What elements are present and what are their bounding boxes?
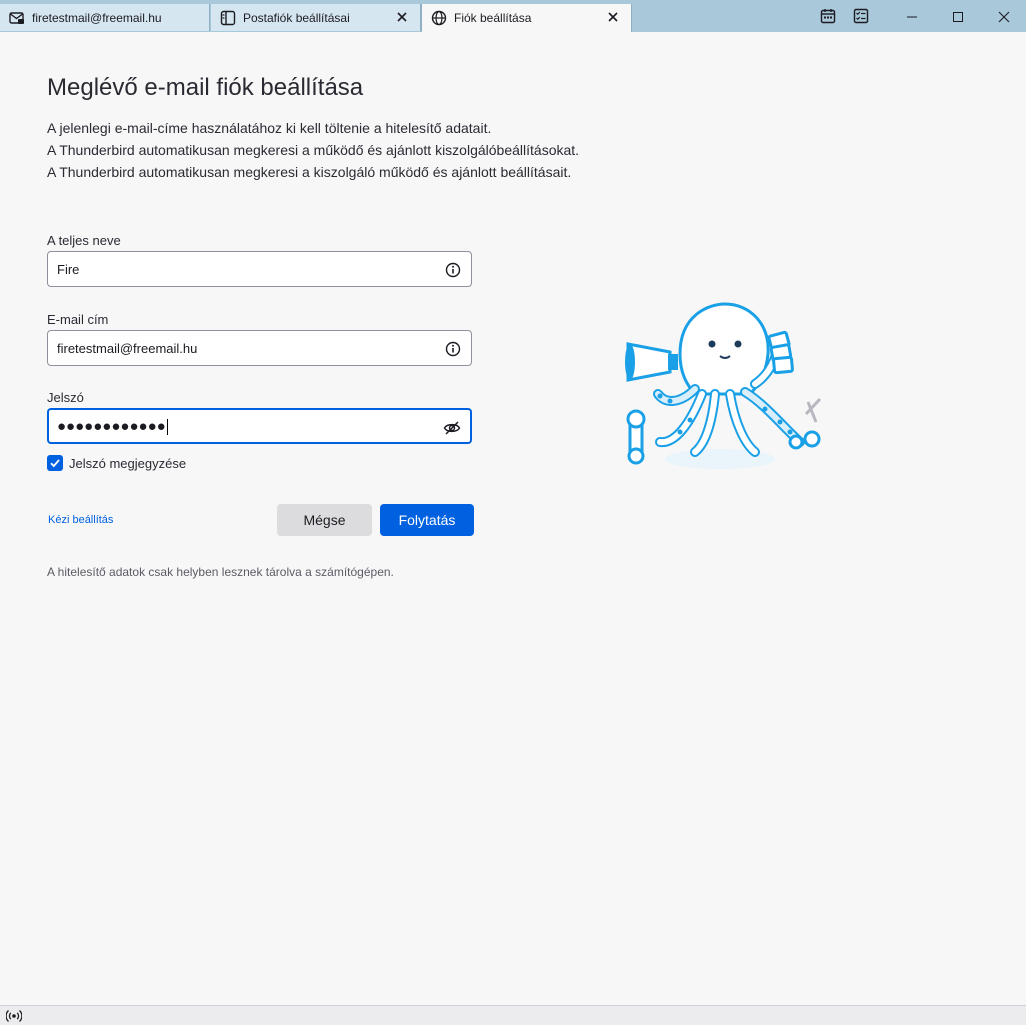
name-field[interactable]: Fire bbox=[47, 251, 472, 287]
email-field[interactable]: firetestmail@freemail.hu bbox=[47, 330, 472, 366]
manual-config-link[interactable]: Kézi beállítás bbox=[48, 514, 113, 526]
close-icon[interactable] bbox=[605, 9, 621, 25]
tasks-icon[interactable] bbox=[851, 6, 871, 26]
tab-bar: firetestmail@freemail.hu Postafiók beáll… bbox=[0, 0, 1026, 32]
globe-icon bbox=[430, 9, 448, 27]
page-title: Meglévő e-mail fiók beállítása bbox=[47, 74, 364, 101]
name-value: Fire bbox=[57, 262, 80, 277]
info-icon[interactable] bbox=[444, 340, 462, 358]
password-field[interactable]: ●●●●●●●●●●●● bbox=[47, 408, 472, 444]
description-line: A Thunderbird automatikusan megkeresi a … bbox=[47, 142, 580, 158]
tab-label: Postafiók beállításai bbox=[243, 10, 350, 25]
scissors-icon bbox=[788, 397, 822, 450]
minimize-button[interactable] bbox=[892, 4, 932, 30]
email-value: firetestmail@freemail.hu bbox=[57, 341, 198, 356]
description-line: A Thunderbird automatikusan megkeresi a … bbox=[47, 164, 572, 180]
tab-inbox[interactable]: firetestmail@freemail.hu bbox=[0, 4, 210, 31]
calendar-icon[interactable] bbox=[818, 6, 838, 26]
megaphone-icon bbox=[625, 342, 678, 382]
storage-note: A hitelesítő adatok csak helyben lesznek… bbox=[47, 565, 394, 579]
continue-button[interactable]: Folytatás bbox=[380, 504, 474, 536]
close-icon[interactable] bbox=[394, 9, 410, 25]
password-value: ●●●●●●●●●●●● bbox=[57, 418, 168, 436]
email-label: E-mail cím bbox=[47, 312, 109, 327]
remember-password-checkbox[interactable] bbox=[47, 455, 63, 471]
account-setup-page: Meglévő e-mail fiók beállítása A jelenle… bbox=[0, 32, 1026, 1005]
wrench-icon bbox=[626, 409, 646, 465]
cancel-button[interactable]: Mégse bbox=[277, 504, 372, 536]
octopus-mascot-illustration bbox=[625, 302, 822, 469]
name-label: A teljes neve bbox=[47, 233, 121, 248]
tab-label: Fiók beállítása bbox=[454, 11, 532, 25]
info-icon[interactable] bbox=[444, 261, 462, 279]
remember-password-label[interactable]: Jelszó megjegyzése bbox=[69, 456, 186, 471]
maximize-button[interactable] bbox=[938, 4, 978, 30]
password-label: Jelszó bbox=[47, 390, 84, 405]
online-status-icon[interactable] bbox=[5, 1009, 23, 1023]
eye-slash-icon[interactable] bbox=[443, 419, 461, 437]
tab-label: firetestmail@freemail.hu bbox=[32, 10, 162, 25]
account-settings-icon bbox=[219, 9, 237, 27]
status-bar bbox=[0, 1005, 1026, 1025]
tab-account-settings[interactable]: Postafiók beállításai bbox=[211, 4, 421, 31]
close-window-button[interactable] bbox=[984, 4, 1024, 30]
description-line: A jelenlegi e-mail-címe használatához ki… bbox=[47, 120, 492, 136]
mail-lock-icon bbox=[8, 9, 26, 27]
tab-account-setup[interactable]: Fiók beállítása bbox=[421, 4, 632, 32]
